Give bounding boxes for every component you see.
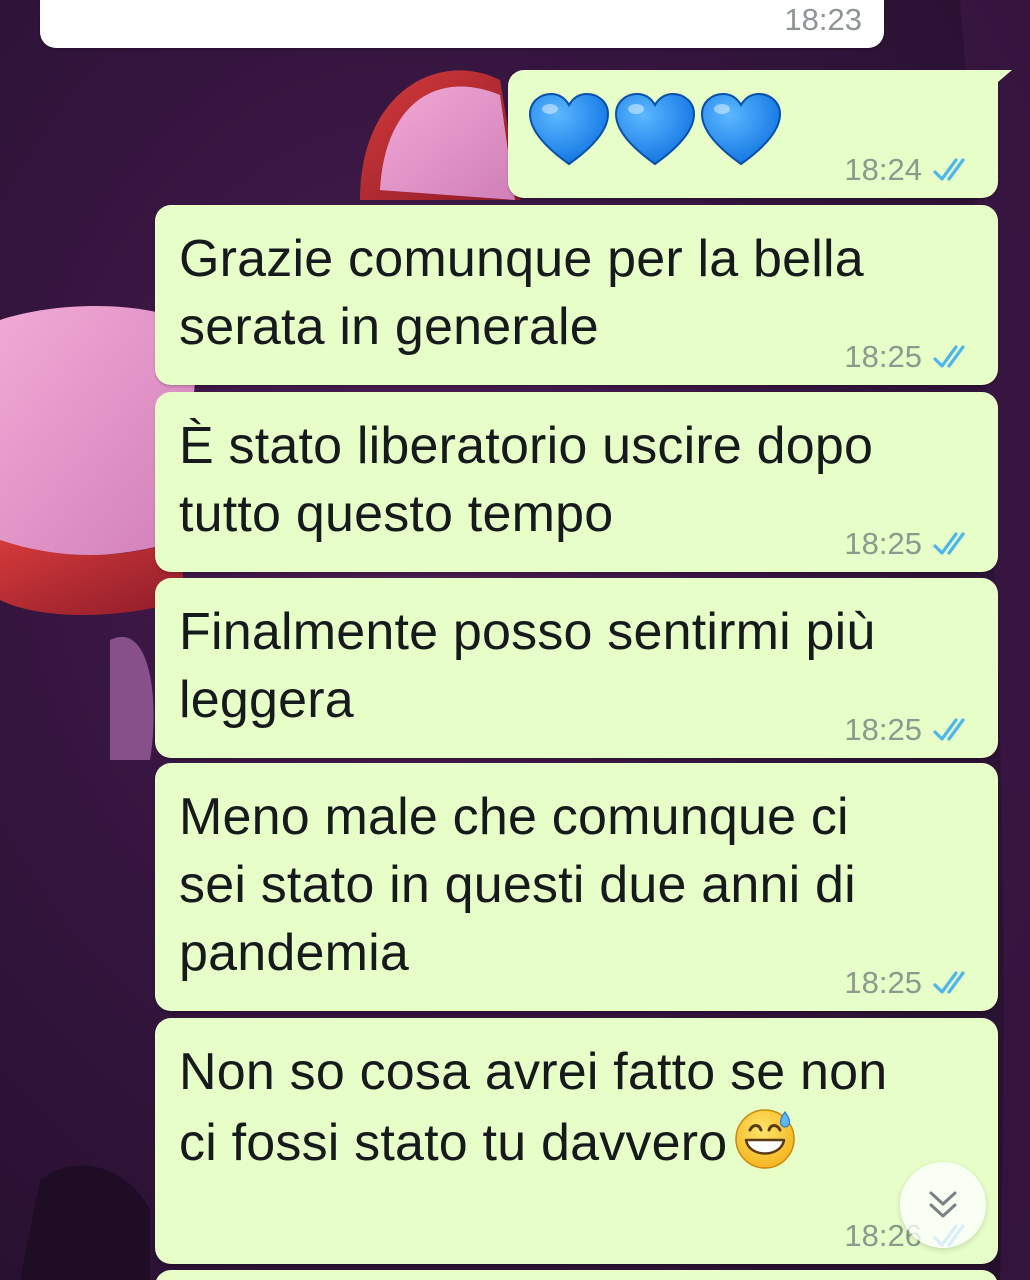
read-receipt-icon <box>933 971 965 994</box>
message-time: 18:24 <box>844 152 922 187</box>
message-bubble-outgoing[interactable]: È stato liberatorio uscire dopo tutto qu… <box>155 392 998 572</box>
message-bubble-outgoing[interactable]: Non so cosa avrei fatto se non ci fossi … <box>155 1018 998 1264</box>
message-bubble-outgoing[interactable]: 18:24 <box>508 70 1012 198</box>
message-bubble-incoming[interactable]: conosci 18:23 <box>40 0 884 48</box>
message-bubble-outgoing[interactable]: Meno male che comunque ci sei stato in q… <box>155 763 998 1011</box>
message-time: 18:23 <box>784 2 862 37</box>
read-receipt-icon <box>933 532 965 555</box>
message-text: Non so cosa avrei fatto se non ci fossi … <box>179 1038 974 1177</box>
message-bubble-outgoing[interactable]: Grazie comunque per la bella serata in g… <box>155 205 998 385</box>
read-receipt-icon <box>933 718 965 741</box>
read-receipt-icon <box>933 345 965 368</box>
message-time: 18:25 <box>844 965 922 1000</box>
blue-heart-icon <box>614 92 696 166</box>
blue-heart-icon <box>528 92 610 166</box>
emoji-row <box>528 92 782 168</box>
message-time: 18:25 <box>844 712 922 747</box>
scroll-to-bottom-button[interactable] <box>900 1162 986 1248</box>
message-time: 18:25 <box>844 526 922 561</box>
read-receipt-icon <box>933 158 965 181</box>
bubble-tail <box>984 70 1012 94</box>
message-time: 18:25 <box>844 339 922 374</box>
message-text: Meno male che comunque ci sei stato in q… <box>179 788 856 982</box>
message-bubble-outgoing[interactable]: Finalmente posso sentirmi più leggera 18… <box>155 578 998 758</box>
double-chevron-down-icon <box>929 1191 957 1218</box>
chat-screen: conosci 18:23 18:24 <box>0 0 1030 1280</box>
message-bubble-outgoing-partial[interactable] <box>155 1270 998 1280</box>
grinning-face-with-sweat-icon <box>735 1109 796 1169</box>
blue-heart-icon <box>700 92 782 166</box>
message-text: conosci <box>64 0 860 16</box>
